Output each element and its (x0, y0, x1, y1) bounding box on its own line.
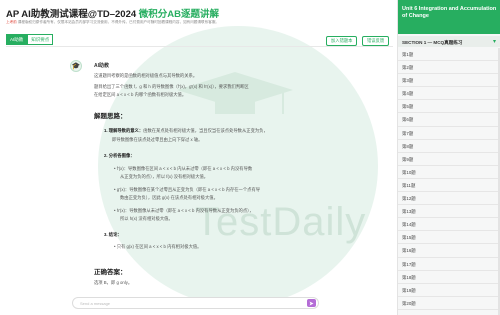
sidebar-item-label: 第15题 (402, 235, 416, 241)
tab-ai-assistant[interactable]: AI助教 (6, 34, 28, 45)
sidebar-item-question[interactable]: 第20题 (398, 297, 500, 310)
section-label: SECTION 1 — MCQ真题练习 (402, 39, 463, 45)
notice-flag: 上考前 (6, 20, 17, 24)
intro-line-1: 这道题目考察的是函数的相对极值点与其导数的关系。 (94, 73, 198, 78)
section-header[interactable]: SECTION 1 — MCQ真题练习 ▾ (398, 36, 500, 47)
sidebar-item-label: 第11题 (402, 182, 416, 188)
header-divider (6, 46, 393, 47)
sidebar-item-question[interactable]: 第19题 (398, 284, 500, 297)
sidebar-item-question[interactable]: 第4题 (398, 87, 500, 101)
bot-avatar: 🎓 (70, 60, 82, 72)
message-input[interactable]: Send a message (72, 297, 319, 309)
bullet-g-prime-text: g′(x)：导数图像在某个过零且从正变为负（即在 a < x < b 内存在一个… (116, 187, 261, 192)
sidebar-item-question[interactable]: 第13题 (398, 205, 500, 219)
sidebar-item-question[interactable]: 第7题 (398, 127, 500, 140)
bullet-f-prime-text: f′(x)：导数图像在区间 a < x < b 内从未过零（即在 a < x <… (116, 166, 253, 171)
sidebar-item-label: 第12题 (402, 196, 416, 202)
bullet-g-prime: • g′(x)：导数图像在某个过零且从正变为负（即在 a < x < b 内存在… (114, 187, 261, 192)
main-panel: TestDaily AP AI助教测试课程@TD–2024 微积分AB逐题讲解 … (0, 0, 398, 315)
sidebar-item-label: 第8题 (402, 143, 414, 149)
add-to-mistakes-button[interactable]: 加入错题本 (326, 36, 358, 46)
sidebar-item-question[interactable]: 第9题 (398, 153, 500, 166)
sidebar-item-question[interactable]: 第15题 (398, 231, 500, 245)
watermark-text: TestDaily (195, 200, 367, 244)
graduation-cap-icon: 🎓 (71, 63, 81, 70)
answer-heading: 正确答案： (94, 269, 127, 276)
title-prefix: AP AI助教测试课程@TD–2024 (6, 9, 139, 20)
chevron-down-icon: ▾ (492, 39, 496, 45)
sidebar-item-question[interactable]: 第8题 (398, 140, 500, 153)
sidebar-item-label: 第6题 (402, 117, 414, 123)
sidebar-item-label: 第16题 (402, 248, 416, 254)
sidebar-item-label: 第14题 (402, 222, 416, 228)
page-title: AP AI助教测试课程@TD–2024 微积分AB逐题讲解 (6, 6, 219, 20)
bullet-conclusion-text: 只有 g(x) 在区间 a < x < b 内有相对极大值。 (116, 244, 202, 249)
message-placeholder: Send a message (80, 301, 111, 306)
sidebar-item-question[interactable]: 第14题 (398, 218, 500, 232)
sidebar-item-label: 第3题 (402, 78, 414, 84)
sidebar-item-label: 第4题 (402, 91, 414, 97)
tab-key-points[interactable]: 知识要点 (27, 34, 54, 45)
sidebar-item-label: 第7题 (402, 130, 414, 136)
bullet-g-prime-line-2: 数由正变为负），因此 g(x) 在该点处有相对极大值。 (120, 195, 218, 200)
sidebar-item-label: 第18题 (402, 274, 416, 280)
bot-name: AI助教 (94, 63, 110, 69)
sidebar-item-label: 第20题 (402, 300, 416, 306)
sidebar-item-label: 第9题 (402, 156, 414, 162)
tab-bar: AI助教 知识要点 (6, 34, 54, 45)
sidebar-item-label: 第2题 (402, 65, 414, 71)
sidebar-item-label: 第10题 (402, 169, 416, 175)
sidebar-item-question[interactable]: 第12题 (398, 192, 500, 206)
sidebar-item-label: 第1题 (402, 52, 414, 57)
sidebar-item-label: 第13题 (402, 209, 416, 215)
unit-title: Unit 6 Integration and Accumulation of C… (402, 6, 497, 19)
sidebar-item-question[interactable]: 第11题 (398, 179, 500, 193)
send-button[interactable] (307, 299, 316, 307)
intro-line-3: 在给定区间 a < x < b 内哪个函数有相对极大值。 (94, 92, 187, 97)
bullet-conclusion: • 只有 g(x) 在区间 a < x < b 内有相对极大值。 (114, 244, 202, 249)
bullet-h-prime-line-2: 所以 h(x) 没有相对极大值。 (120, 216, 173, 221)
question-sidebar: Unit 6 Integration and Accumulation of C… (398, 0, 500, 315)
title-highlight: 微积分AB逐题讲解 (138, 9, 220, 20)
question-list: 第1题第2题第3题第4题第5题第6题第7题第8题第9题第10题第11题第12题第… (398, 48, 500, 310)
send-icon (309, 301, 314, 305)
sidebar-item-question[interactable]: 第18题 (398, 271, 500, 284)
answer-text: 选项 B，即 g only。 (94, 280, 133, 285)
point-3-title: 3. 结论： (104, 232, 122, 237)
bullet-h-prime-text: h′(x)：导数图像从未过零（即在 a < x < b 内没有导数从正变为负的点… (116, 208, 254, 213)
unit-header: Unit 6 Integration and Accumulation of C… (398, 0, 500, 34)
sidebar-item-question[interactable]: 第3题 (398, 74, 500, 88)
copyright-notice: 上考前 课程版权归原作者所有，仅限本站会员内部学习交流使用，不得外传。已付费用户… (6, 20, 336, 25)
sidebar-item-question[interactable]: 第10题 (398, 166, 500, 179)
point-2-title: 2. 分析各图像： (104, 153, 135, 158)
sidebar-item-question[interactable]: 第17题 (398, 258, 500, 271)
report-error-button[interactable]: 错误反馈 (362, 36, 390, 46)
bullet-h-prime: • h′(x)：导数图像从未过零（即在 a < x < b 内没有导数从正变为负… (114, 208, 254, 213)
sidebar-item-question[interactable]: 第2题 (398, 61, 500, 75)
sidebar-item-question[interactable]: 第16题 (398, 244, 500, 258)
sidebar-item-question[interactable]: 第5题 (398, 100, 500, 114)
bullet-f-prime: • f′(x)：导数图像在区间 a < x < b 内从未过零（即在 a < x… (114, 166, 253, 171)
sidebar-item-label: 第5题 (402, 104, 414, 110)
notice-text: 课程版权归原作者所有，仅限本站会员内部学习交流使用，不得外传。已付费用户可随时回… (16, 20, 220, 24)
sidebar-item-label: 第17题 (402, 261, 416, 267)
intro-line-2: 题目给出了三个函数 f，g 和 h 的导数图像（f′(x)，g′(x) 和 h′… (94, 84, 249, 89)
bullet-f-prime-line-2: 从正变为负的点），所以 f(x) 没有相对极大值。 (120, 174, 209, 179)
sidebar-item-question[interactable]: 第1题 (398, 48, 500, 62)
point-1-title: 1. 理解导数的意义： (104, 128, 144, 133)
app-window: TestDaily AP AI助教测试课程@TD–2024 微积分AB逐题讲解 … (0, 0, 500, 315)
point-1-line-2: 即导数图像在该点处过零且由上向下穿过 x 轴。 (112, 137, 203, 142)
sidebar-item-question[interactable]: 第6题 (398, 113, 500, 127)
sidebar-item-label: 第19题 (402, 287, 416, 293)
point-1: 1. 理解导数的意义：函数在某点处有相对极大值，当且仅当在该点处导数从正变为负， (104, 128, 268, 134)
solution-ideas-heading: 解题思路： (94, 113, 127, 120)
point-1-text: 函数在某点处有相对极大值，当且仅当在该点处导数从正变为负， (143, 128, 268, 133)
